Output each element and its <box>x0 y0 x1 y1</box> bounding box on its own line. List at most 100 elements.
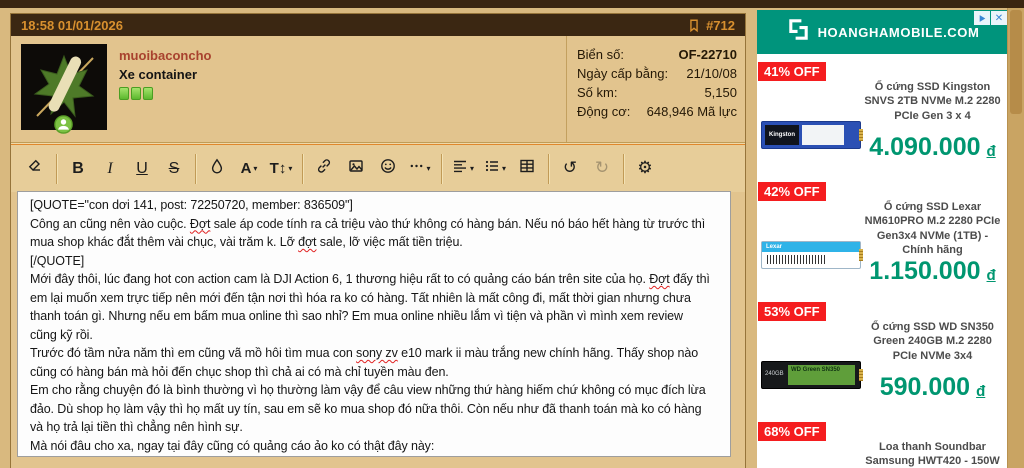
adchoices-icon[interactable] <box>974 11 990 25</box>
ad-domain-text: HOANGHAMOBILE.COM <box>817 24 980 40</box>
remove-format-button[interactable] <box>19 155 51 183</box>
page-top-strip <box>0 0 1024 8</box>
reputation-bars <box>119 87 211 100</box>
editor-text-line: đảo. Dù shop họ làm vậy thì họ mất uy tí… <box>30 401 702 416</box>
username-link[interactable]: muoibaconcho <box>119 48 211 63</box>
reputation-bar <box>131 87 141 100</box>
chevron-down-icon: ▾ <box>469 164 474 173</box>
kingston-ssd-image: Kingston <box>761 121 863 149</box>
redo-button[interactable]: ↻ <box>586 155 618 183</box>
vehicle-stats-panel: Biển số: OF-22710 Ngày cấp bằng: 21/10/08 Số… <box>566 36 741 142</box>
more-options-icon <box>409 158 424 179</box>
stat-row: Động cơ: 648,946 Mã lực <box>577 102 737 121</box>
ad-product-card[interactable]: 41% OFF Kingston Ổ cứng SSD Kingston SNVS … <box>757 58 1008 178</box>
chevron-down-icon: ▾ <box>501 164 506 173</box>
insert-link-button[interactable] <box>308 155 340 183</box>
discount-badge: 42% OFF <box>758 182 826 201</box>
product-price: 1.150.000 đ <box>869 257 996 286</box>
reply-editor[interactable]: [QUOTE="con dơi 141, post: 72250720, mem… <box>17 191 731 457</box>
post-header-bar: 18:58 01/01/2026 #712 <box>11 14 745 36</box>
ad-header[interactable]: HOANGHAMOBILE.COM ✕ <box>757 10 1008 54</box>
bold-button[interactable]: B <box>62 155 94 183</box>
editor-text-line: Mới đây thôi, lúc đang hot con action ca… <box>30 272 710 286</box>
italic-button[interactable]: I <box>94 155 126 183</box>
undo-icon: ↺ <box>562 158 578 177</box>
alignment-button[interactable]: ▾ <box>447 155 479 183</box>
stat-label: Ngày cấp bằng: <box>577 66 669 81</box>
insert-table-button[interactable] <box>511 155 543 183</box>
stat-label: Số km: <box>577 85 618 100</box>
editor-text-line: và họ trả lại tiền thì chẳng nên hình sự… <box>30 420 243 434</box>
ad-panel: HOANGHAMOBILE.COM ✕ 41% OFF Kingston Ổ cứn… <box>757 10 1008 468</box>
settings-button[interactable]: ⚙ <box>629 155 661 183</box>
post-user-section: muoibaconcho Xe container Biển số: OF-227… <box>11 36 745 143</box>
insert-smilie-icon <box>380 158 396 179</box>
stat-label: Biển số: <box>577 47 624 62</box>
editor-text-line: cũng kỹ rồi. <box>30 327 93 342</box>
page-scrollbar[interactable] <box>1007 8 1024 468</box>
editor-text-line: Trước đó tầm nửa năm thì em cũng vã mồ h… <box>30 346 699 360</box>
text-color-icon <box>209 158 225 179</box>
list-icon <box>484 158 500 179</box>
user-online-badge-icon <box>54 115 73 134</box>
font-size-button[interactable]: T↕ ▾ <box>265 155 297 183</box>
forum-post: 18:58 01/01/2026 #712 muoibaconcho Xe co… <box>10 13 746 468</box>
toolbar-separator <box>623 153 624 184</box>
toolbar-separator <box>195 153 196 184</box>
reputation-bar <box>119 87 129 100</box>
product-price: 4.090.000 đ <box>869 133 996 161</box>
scrollbar-thumb[interactable] <box>1010 10 1022 114</box>
user-title: Xe container <box>119 67 198 82</box>
font-family-label: A <box>240 160 252 177</box>
text-color-button[interactable] <box>201 155 233 183</box>
more-options-button[interactable]: ▾ <box>404 155 436 183</box>
post-timestamp: 18:58 01/01/2026 <box>21 17 123 33</box>
wd-ssd-image: 240GB WD Green SN350 <box>761 361 863 389</box>
font-size-label: T↕ <box>269 160 287 177</box>
chevron-down-icon: ▾ <box>288 164 293 173</box>
editor-text-line: cũng có hàng bán mà hỏi đến chục shop th… <box>30 364 449 379</box>
post-number[interactable]: #712 <box>706 18 735 33</box>
product-title: Ổ cứng SSD Lexar NM610PRO M.2 2280 PCIe … <box>864 201 1001 256</box>
chevron-down-icon: ▾ <box>253 164 258 173</box>
product-price: 590.000 đ <box>879 373 986 401</box>
stat-row: Biển số: OF-22710 <box>577 45 737 64</box>
stat-label: Động cơ: <box>577 104 631 119</box>
underline-button[interactable]: U <box>126 155 158 183</box>
redo-icon: ↻ <box>594 158 610 177</box>
chevron-down-icon: ▾ <box>426 164 431 173</box>
insert-image-icon <box>348 158 364 179</box>
ad-product-card[interactable]: 68% OFF Loa thanh Soundbar Samsung HWT420… <box>757 418 1008 468</box>
toolbar-separator <box>548 153 549 184</box>
insert-smilie-button[interactable] <box>372 155 404 183</box>
undo-button[interactable]: ↺ <box>554 155 586 183</box>
product-title: Loa thanh Soundbar Samsung HWT420 - 150W <box>865 441 1000 468</box>
list-button[interactable]: ▾ <box>479 155 511 183</box>
underline-label: U <box>136 159 148 177</box>
ad-product-card[interactable]: 53% OFF 240GB WD Green SN350 Ổ cứng SSD WD … <box>757 298 1008 418</box>
toolbar-separator <box>302 153 303 184</box>
editor-toolbar: B I U S A ▾ T↕ ▾ ▾ ▾ ▾ ↺ ↻ ⚙ <box>11 143 745 192</box>
ad-product-card[interactable]: 42% OFF Lexar Ổ cứng SSD Lexar NM610PRO M.… <box>757 178 1008 298</box>
editor-text-line: [QUOTE="con dơi 141, post: 72250720, mem… <box>30 198 353 212</box>
editor-text-line: Em cho rằng chuyện đó là bình thường vì … <box>30 383 706 397</box>
insert-image-button[interactable] <box>340 155 372 183</box>
reputation-bar <box>143 87 153 100</box>
strikethrough-label: S <box>168 159 180 177</box>
toolbar-separator <box>441 153 442 184</box>
lexar-ssd-image: Lexar <box>761 241 863 269</box>
user-avatar[interactable] <box>21 44 107 134</box>
strikethrough-button[interactable]: S <box>158 155 190 183</box>
close-icon[interactable]: ✕ <box>991 11 1007 25</box>
editor-text-line: mua shop khác đắt thêm vài chục, vài tră… <box>30 235 463 249</box>
stat-value: OF-22710 <box>678 47 737 62</box>
editor-text-line: em lại muốn xem trực tiếp nên mới đến tậ… <box>30 290 691 305</box>
stat-value: 21/10/08 <box>686 66 737 81</box>
bookmark-icon[interactable] <box>687 18 701 33</box>
toolbar-separator <box>56 153 57 184</box>
font-family-button[interactable]: A ▾ <box>233 155 265 183</box>
insert-link-icon <box>316 158 332 179</box>
stat-value: 5,150 <box>704 85 737 100</box>
ad-product-list: 41% OFF Kingston Ổ cứng SSD Kingston SNVS … <box>757 54 1008 468</box>
alignment-icon <box>452 158 468 179</box>
